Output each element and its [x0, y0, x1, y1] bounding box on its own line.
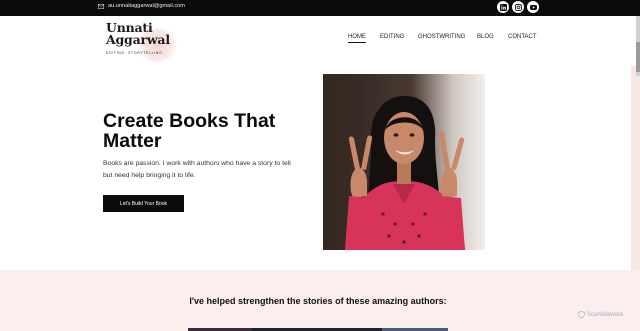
mail-icon: [98, 3, 104, 9]
instagram-link[interactable]: [512, 1, 524, 13]
shield-icon: [578, 311, 585, 318]
nav-contact[interactable]: CONTACT: [508, 34, 537, 40]
top-bar: au.unnatiaggarwal@gmail.com: [0, 0, 640, 16]
page: au.unnatiaggarwal@gmail.com Unnati Aggar…: [0, 0, 640, 331]
scrollbar-thumb[interactable]: [636, 42, 640, 72]
instagram-icon: [514, 3, 522, 11]
linkedin-icon: [499, 3, 507, 11]
authors-heading: I've helped strengthen the stories of th…: [189, 296, 447, 306]
scanmalware-watermark: ScanMalware: [578, 311, 623, 318]
social-links: [497, 1, 539, 13]
scrollbar[interactable]: [636, 16, 640, 76]
site-header: Unnati Aggarwal EDITING. STORYTELLING. H…: [0, 16, 640, 66]
youtube-icon: [529, 4, 537, 10]
edge-decoration: [631, 66, 640, 270]
logo-tagline: EDITING. STORYTELLING.: [106, 51, 164, 55]
nav-home[interactable]: HOME: [348, 34, 366, 43]
nav-blog[interactable]: BLOG: [477, 34, 494, 40]
nav-ghostwriting[interactable]: GHOSTWRITING: [418, 34, 465, 40]
hero-lead: Books are passion. I work with authors w…: [103, 160, 291, 179]
hero-section: Create Books That Matter Books are passi…: [0, 66, 640, 270]
watermark-text: ScanMalware: [587, 311, 624, 318]
hero-title: Create Books That Matter: [103, 110, 276, 152]
build-book-button[interactable]: Let's Build Your Book: [103, 195, 184, 212]
author-photo: [323, 74, 485, 250]
portrait-illustration: [323, 74, 485, 250]
nav-editing[interactable]: EDITING: [380, 34, 404, 40]
main-nav: HOME EDITING GHOSTWRITING BLOG CONTACT: [0, 34, 640, 46]
email-text: au.unnatiaggarwal@gmail.com: [108, 3, 185, 9]
linkedin-link[interactable]: [497, 1, 509, 13]
authors-section: I've helped strengthen the stories of th…: [0, 270, 640, 331]
youtube-link[interactable]: [527, 1, 539, 13]
email-link[interactable]: au.unnatiaggarwal@gmail.com: [98, 3, 185, 9]
